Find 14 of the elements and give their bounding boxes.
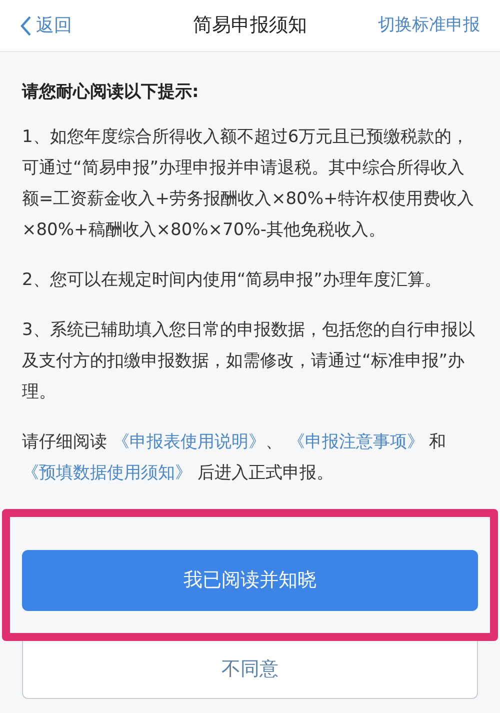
confirm-button[interactable]: 我已阅读并知晓: [22, 550, 478, 611]
back-link[interactable]: 返回: [20, 12, 72, 39]
notice-paragraph: 3、系统已辅助填入您日常的申报数据，包括您的自行申报以及支付方的扣缴申报数据，如需修改，请通过“标准申报”办理。: [22, 319, 476, 404]
document-link[interactable]: 《申报注意事项》: [288, 432, 424, 452]
page-title: 简易申报须知: [193, 13, 307, 38]
notice-heading: 请您耐心阅读以下提示:: [22, 81, 200, 104]
notice-paragraph: 2、您可以在规定时间内使用“简易申报”办理年度汇算。: [22, 269, 442, 292]
switch-link[interactable]: 切换标准申报: [378, 12, 480, 38]
notice-paragraph: 1、如您年度综合所得收入额不超过6万元且已预缴税款的，可通过“简易申报”办理申报并申请退税。其中综合所得收入额=工资薪金收入+劳务报酬收入×80%+特许权使用费收入×80%+稿酬收入×80%×70%-其他免税收入。: [22, 126, 475, 242]
decline-button[interactable]: 不同意: [22, 641, 478, 699]
closing-paragraph: 请仔细阅读 《申报表使用说明》、 《申报注意事项》 和 《预填数据使用须知》 后进入正式申报。: [22, 431, 448, 485]
document-link[interactable]: 《申报表使用说明》: [112, 432, 266, 452]
document-link[interactable]: 《预填数据使用须知》: [22, 463, 192, 483]
chevron-left-icon: [20, 14, 32, 36]
